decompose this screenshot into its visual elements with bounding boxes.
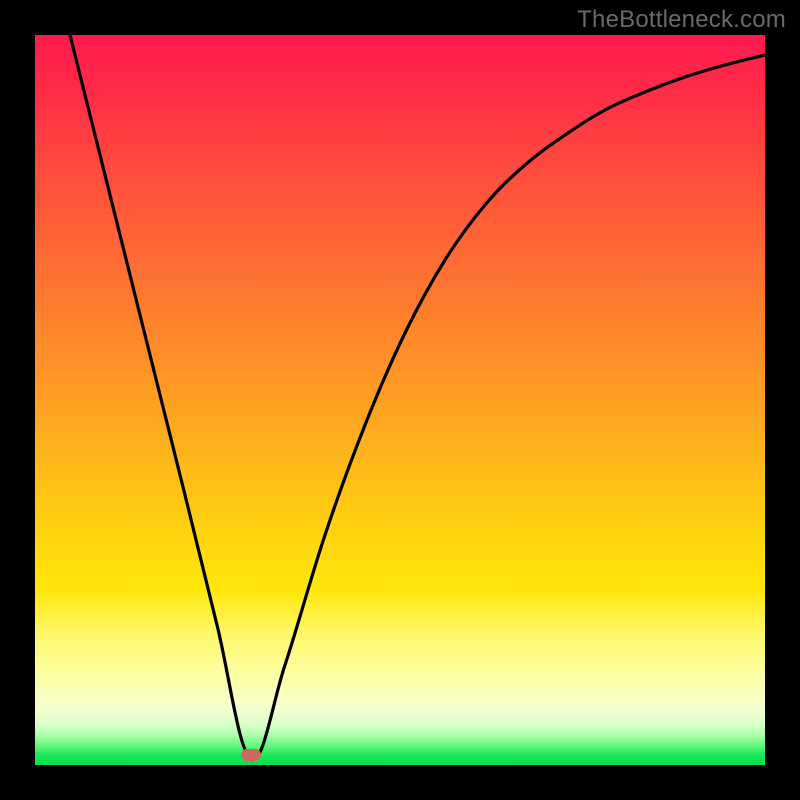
- minimum-marker: [241, 749, 261, 761]
- plot-area: [35, 35, 765, 765]
- watermark-text: TheBottleneck.com: [577, 6, 786, 34]
- bottleneck-curve: [35, 35, 765, 765]
- chart-frame: TheBottleneck.com: [0, 0, 800, 800]
